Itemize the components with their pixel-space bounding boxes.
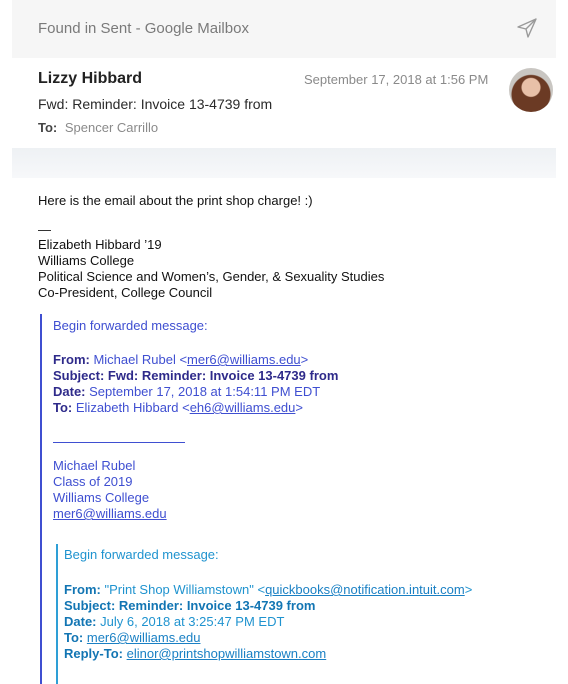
from-email-link[interactable]: quickbooks@notification.intuit.com: [265, 582, 465, 597]
signature-line: Class of 2019: [53, 474, 133, 489]
signature-email-link[interactable]: mer6@williams.edu: [53, 506, 167, 521]
to-label: To:: [38, 120, 58, 135]
from-name: Michael Rubel <: [93, 352, 188, 367]
from-close: >: [300, 352, 309, 367]
to-name: Elizabeth Hibbard <: [75, 400, 190, 415]
message-body: Here is the email about the print shop c…: [12, 178, 556, 684]
signature-dash: —: [38, 222, 51, 237]
to-email-link[interactable]: eh6@williams.edu: [190, 400, 296, 415]
signature-line: Williams College: [53, 490, 150, 505]
date-value: July 6, 2018 at 3:25:47 PM EDT: [100, 614, 285, 629]
signature-line: Political Science and Women’s, Gender, &…: [38, 269, 385, 284]
forward-to-row: To: mer6@williams.edu: [64, 630, 201, 645]
signature-line: Williams College: [38, 253, 135, 268]
forward-from-row: From: Michael Rubel <mer6@williams.edu>: [53, 352, 308, 367]
recipient-name[interactable]: Spencer Carrillo: [65, 120, 158, 135]
window-title: Found in Sent - Google Mailbox: [38, 20, 249, 37]
recipient-row: To: Spencer Carrillo: [38, 120, 158, 135]
forward-subject-row: Subject: Reminder: Invoice 13-4739 from: [64, 598, 315, 613]
forward-heading: Begin forwarded message:: [53, 318, 208, 333]
subject-label: Subject:: [64, 598, 116, 613]
sender-name[interactable]: Lizzy Hibbard: [38, 70, 142, 88]
signature-line: Co-President, College Council: [38, 285, 213, 300]
forward-replyto-row: Reply-To: elinor@printshopwilliamstown.c…: [64, 646, 326, 661]
subject-label: Subject:: [53, 368, 105, 383]
to-email-link[interactable]: mer6@williams.edu: [87, 630, 201, 645]
from-email-link[interactable]: mer6@williams.edu: [187, 352, 301, 367]
date-value: September 17, 2018 at 1:54:11 PM EDT: [89, 384, 321, 399]
header-separator: [12, 148, 556, 178]
from-close: >: [464, 582, 473, 597]
to-label: To:: [53, 400, 73, 415]
signature-line: Elizabeth Hibbard ’19: [38, 237, 162, 252]
intro-text: Here is the email about the print shop c…: [38, 193, 313, 208]
message-header: Lizzy Hibbard September 17, 2018 at 1:56…: [12, 58, 556, 148]
signature-line: Michael Rubel: [53, 458, 136, 473]
title-bar: Found in Sent - Google Mailbox: [12, 0, 556, 59]
forward-to-row: To: Elizabeth Hibbard <eh6@williams.edu>: [53, 400, 303, 415]
avatar[interactable]: [509, 68, 553, 112]
forward-subject-row: Subject: Fwd: Reminder: Invoice 13-4739 …: [53, 368, 338, 383]
forward-heading: Begin forwarded message:: [64, 547, 219, 562]
forward-from-row: From: "Print Shop Williamstown" <quickbo…: [64, 582, 472, 597]
replyto-email-link[interactable]: elinor@printshopwilliamstown.com: [127, 646, 327, 661]
to-close: >: [295, 400, 303, 415]
forward-date-row: Date: July 6, 2018 at 3:25:47 PM EDT: [64, 614, 284, 629]
send-icon[interactable]: [516, 17, 538, 39]
quote-bar-level-1: [40, 314, 42, 684]
date-label: Date:: [53, 384, 86, 399]
quote-bar-level-2: [56, 544, 58, 684]
from-label: From:: [64, 582, 101, 597]
message-subject: Fwd: Reminder: Invoice 13-4739 from: [38, 96, 273, 112]
to-label: To:: [64, 630, 84, 645]
subject-value: Fwd: Reminder: Invoice 13-4739 from: [107, 368, 339, 383]
signature-divider: [53, 442, 185, 443]
from-label: From:: [53, 352, 90, 367]
forward-date-row: Date: September 17, 2018 at 1:54:11 PM E…: [53, 384, 320, 399]
subject-value: Reminder: Invoice 13-4739 from: [118, 598, 316, 613]
date-label: Date:: [64, 614, 97, 629]
message-date: September 17, 2018 at 1:56 PM: [304, 72, 489, 87]
from-name: "Print Shop Williamstown" <: [104, 582, 266, 597]
replyto-label: Reply-To:: [64, 646, 123, 661]
